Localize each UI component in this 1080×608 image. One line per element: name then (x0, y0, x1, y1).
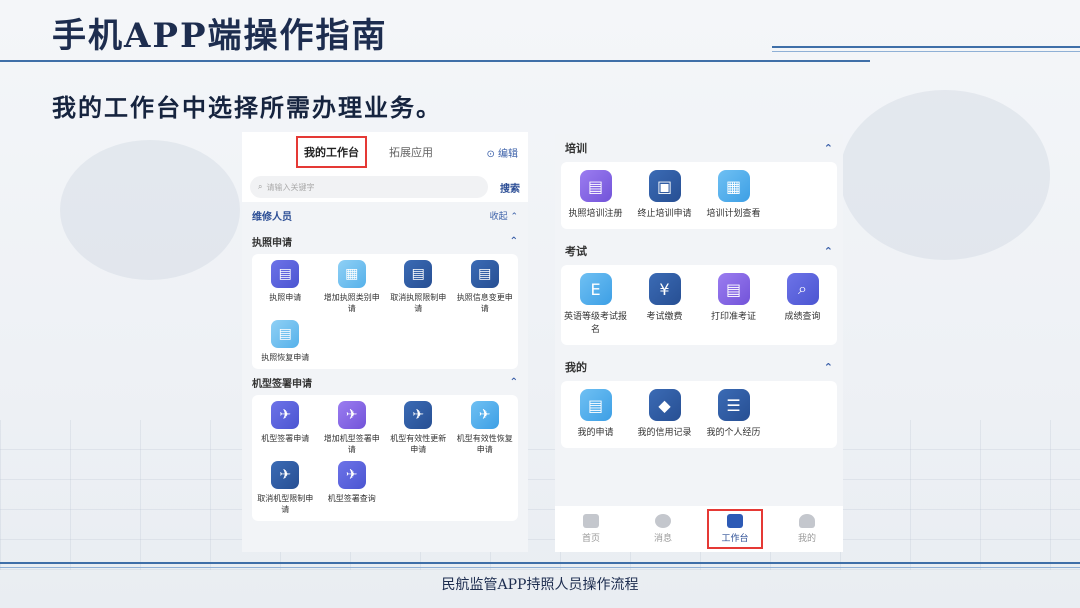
tab-profile[interactable]: 我的 (779, 509, 835, 549)
slide-subtitle: 我的工作台中选择所需办理业务。 (52, 93, 442, 122)
top-tabs: 我的工作台 拓展应用 ⊙ 编辑 (242, 132, 528, 172)
edit-icon: ⊙ (486, 148, 498, 160)
footer-rule (0, 567, 1080, 568)
exam-grid: E 英语等级考试报名 ¥ 考试缴费 ▤ 打印准考证 ⌕ 成绩查询 (561, 265, 837, 345)
score-query-icon: ⌕ (786, 273, 819, 305)
bottom-tab-bar: 首页 消息 工作台 我的 (555, 506, 843, 552)
header-rule (772, 46, 1080, 48)
workbench-icon (727, 514, 743, 528)
header-rule (0, 60, 870, 62)
grid-item-my-application[interactable]: ▤ 我的申请 (561, 389, 630, 440)
tab-home[interactable]: 首页 (563, 509, 619, 549)
training-plan-icon: ▦ (717, 170, 750, 202)
airplane-query-icon: ✈ (337, 461, 366, 489)
grid-item-aircraft-validity-update[interactable]: ✈ 机型有效性更新申请 (385, 401, 452, 455)
training-terminate-icon: ▣ (648, 170, 681, 202)
role-header: 维修人员 收起 ⌃ (242, 202, 528, 228)
tab-messages[interactable]: 消息 (635, 509, 691, 549)
exam-payment-icon: ¥ (648, 273, 681, 305)
grid-item-aircraft-validity-restore[interactable]: ✈ 机型有效性恢复申请 (452, 401, 519, 455)
admission-ticket-icon: ▤ (717, 273, 750, 305)
workbench-screenshot-right: 培训 ⌃ ▤ 执照培训注册 ▣ 终止培训申请 ▦ 培训计划查看 考试 ⌃ E 英语等级考… (555, 134, 843, 552)
add-license-category-icon: ▦ (337, 260, 366, 288)
mine-grid: ▤ 我的申请 ◆ 我的信用记录 ☰ 我的个人经历 (561, 381, 837, 448)
tab-my-workbench[interactable]: 我的工作台 (296, 136, 367, 168)
workbench-screenshot-left: 我的工作台 拓展应用 ⊙ 编辑 ⌕ 请输入关键字 搜索 维修人员 收起 ⌃ 执照… (242, 132, 528, 552)
airplane-update-icon: ✈ (404, 401, 433, 429)
footer-rule (0, 562, 1080, 564)
tab-extended-apps[interactable]: 拓展应用 (389, 144, 433, 160)
my-application-icon: ▤ (579, 389, 612, 421)
edit-button[interactable]: ⊙ 编辑 (486, 145, 518, 160)
grid-item-cancel-license-restriction[interactable]: ▤ 取消执照限制申请 (385, 260, 452, 314)
grid-item-add-aircraft-type[interactable]: ✈ 增加机型签署申请 (319, 401, 386, 455)
airplane-icon: ✈ (271, 401, 300, 429)
chevron-up-icon: ⌃ (823, 244, 833, 258)
grid-item-cancel-aircraft-restriction[interactable]: ✈ 取消机型限制申请 (252, 461, 319, 515)
slide-title: 手机APP端操作指南 (52, 16, 388, 56)
header-rule (772, 51, 1080, 52)
background-floor-grid (0, 420, 1080, 570)
grid-item-english-exam[interactable]: E 英语等级考试报名 (561, 273, 630, 337)
training-register-icon: ▤ (579, 170, 612, 202)
search-button[interactable]: 搜索 (500, 180, 520, 195)
tab-workbench[interactable]: 工作台 (707, 509, 763, 549)
license-apply-grid: ▤ 执照申请 ▦ 增加执照类别申请 ▤ 取消执照限制申请 ▤ 执照信息变更申请 ▤ 执照恢… (252, 254, 518, 369)
section-header-training[interactable]: 培训 ⌃ (555, 134, 843, 162)
chevron-up-icon: ⌃ (509, 376, 518, 388)
grid-item-personal-history[interactable]: ☰ 我的个人经历 (699, 389, 768, 440)
home-icon (583, 514, 599, 528)
grid-item-score-query[interactable]: ⌕ 成绩查询 (768, 273, 837, 337)
license-apply-icon: ▤ (271, 260, 300, 288)
airplane-add-icon: ✈ (337, 401, 366, 429)
grid-item-add-license-category[interactable]: ▦ 增加执照类别申请 (319, 260, 386, 314)
grid-item-aircraft-type-query[interactable]: ✈ 机型签署查询 (319, 461, 386, 515)
section-header-exam[interactable]: 考试 ⌃ (555, 237, 843, 265)
grid-item-aircraft-type-apply[interactable]: ✈ 机型签署申请 (252, 401, 319, 455)
background-map-shape (840, 90, 1050, 260)
cancel-license-restriction-icon: ▤ (404, 260, 433, 288)
grid-item-print-admission[interactable]: ▤ 打印准考证 (699, 273, 768, 337)
chevron-up-icon: ⌃ (823, 360, 833, 374)
section-header-mine[interactable]: 我的 ⌃ (555, 353, 843, 381)
credit-record-icon: ◆ (648, 389, 681, 421)
grid-item-training-terminate[interactable]: ▣ 终止培训申请 (630, 170, 699, 221)
license-restore-icon: ▤ (271, 320, 300, 348)
search-bar: ⌕ 请输入关键字 搜索 (242, 172, 528, 202)
search-icon: ⌕ (258, 182, 263, 191)
aircraft-type-grid: ✈ 机型签署申请 ✈ 增加机型签署申请 ✈ 机型有效性更新申请 ✈ 机型有效性恢复申请 … (252, 395, 518, 521)
profile-icon (799, 514, 815, 528)
slide-footer: 民航监管APP持照人员操作流程 (441, 577, 639, 593)
search-input[interactable]: ⌕ 请输入关键字 (250, 176, 488, 198)
collapse-button[interactable]: 收起 ⌃ (490, 209, 518, 222)
grid-item-training-plan[interactable]: ▦ 培训计划查看 (699, 170, 768, 221)
section-header-license[interactable]: 执照申请 ⌃ (242, 228, 528, 254)
english-exam-icon: E (579, 273, 612, 305)
message-icon (655, 514, 671, 528)
grid-item-exam-payment[interactable]: ¥ 考试缴费 (630, 273, 699, 337)
airplane-restore-icon: ✈ (470, 401, 499, 429)
chevron-up-icon: ⌃ (510, 211, 518, 222)
grid-item-license-info-change[interactable]: ▤ 执照信息变更申请 (452, 260, 519, 314)
grid-item-training-register[interactable]: ▤ 执照培训注册 (561, 170, 630, 221)
grid-item-license-restore[interactable]: ▤ 执照恢复申请 (252, 320, 319, 363)
grid-item-credit-record[interactable]: ◆ 我的信用记录 (630, 389, 699, 440)
background-map-shape (60, 140, 240, 280)
training-grid: ▤ 执照培训注册 ▣ 终止培训申请 ▦ 培训计划查看 (561, 162, 837, 229)
airplane-cancel-icon: ✈ (271, 461, 300, 489)
license-info-change-icon: ▤ (470, 260, 499, 288)
grid-item-license-apply[interactable]: ▤ 执照申请 (252, 260, 319, 314)
chevron-up-icon: ⌃ (823, 141, 833, 155)
chevron-up-icon: ⌃ (509, 235, 518, 247)
section-header-aircraft-type[interactable]: 机型签署申请 ⌃ (242, 369, 528, 395)
personal-history-icon: ☰ (717, 389, 750, 421)
